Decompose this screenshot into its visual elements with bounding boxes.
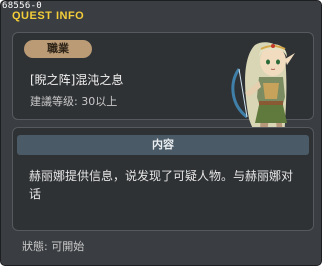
quest-info-window: 68556-0 QUEST INFO 職業 [睨之阵]混沌之息 建議等级: 30…	[0, 0, 322, 266]
quest-status: 狀態: 可開始	[22, 240, 85, 253]
quest-summary-panel: 職業 [睨之阵]混沌之息 建議等级: 30以上	[12, 32, 314, 155]
quest-name: [睨之阵]混沌之息	[30, 73, 124, 87]
content-header: 内容	[17, 135, 309, 155]
window-title: QUEST INFO	[12, 10, 85, 22]
job-badge: 職業	[24, 40, 92, 58]
level-requirement: 建議等级: 30以上	[30, 95, 118, 108]
content-text: 赫丽娜提供信息，说发现了可疑人物。与赫丽娜对话	[29, 169, 294, 201]
content-panel: 内容 赫丽娜提供信息，说发现了可疑人物。与赫丽娜对话	[12, 127, 314, 231]
